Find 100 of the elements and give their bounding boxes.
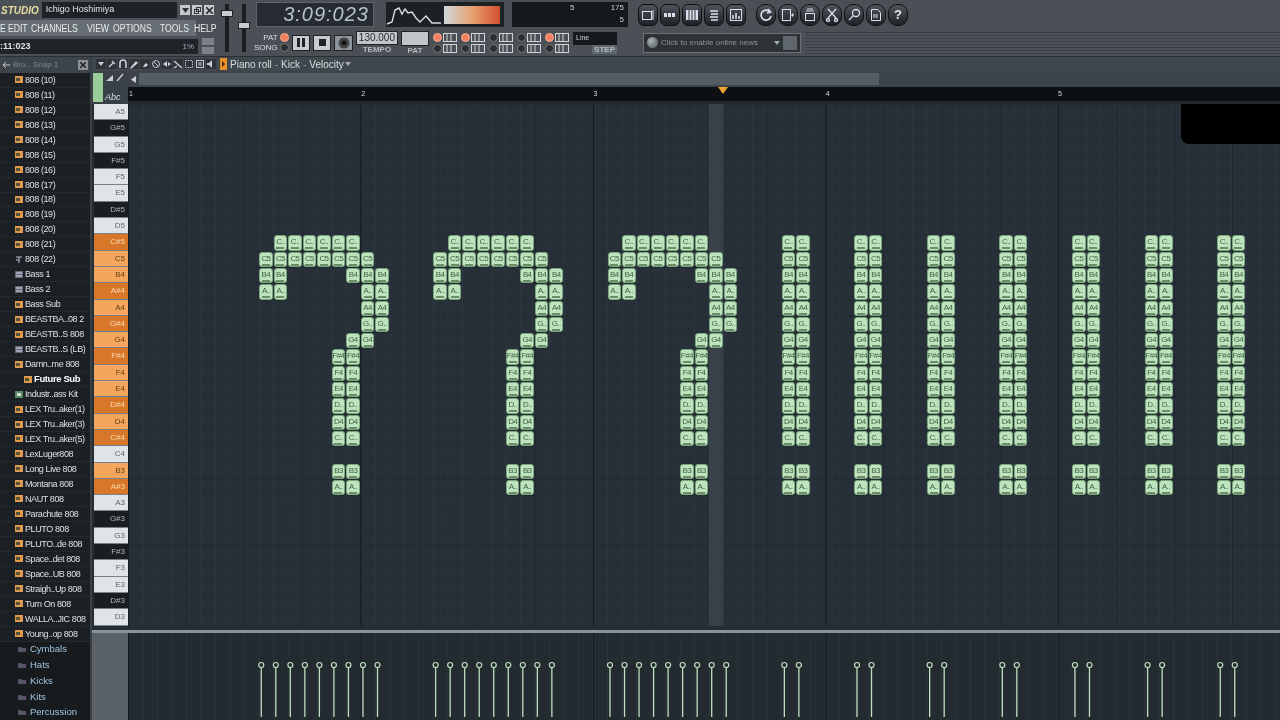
note[interactable]: C.. (505, 430, 520, 447)
toolbar-button[interactable] (682, 3, 702, 26)
browser-folder[interactable]: Hats (0, 657, 90, 674)
note[interactable]: D.. (926, 398, 941, 414)
browser-item[interactable]: Long Live 808 (0, 461, 90, 477)
note[interactable]: C.. (1217, 430, 1231, 447)
velocity-handle[interactable] (272, 661, 279, 717)
menu-arrow-icon[interactable] (220, 58, 227, 70)
option-lamp[interactable] (433, 43, 442, 53)
browser-item[interactable]: 808 (19) (0, 207, 90, 223)
toolbar-button[interactable] (638, 3, 658, 26)
note[interactable]: A.. (941, 479, 955, 496)
note[interactable]: E4 (505, 382, 520, 398)
option-lamp[interactable] (517, 43, 526, 53)
note[interactable]: F#4 (868, 349, 883, 365)
note[interactable]: G.. (549, 316, 563, 333)
note[interactable]: A.. (1086, 479, 1101, 496)
note[interactable]: B3 (505, 463, 520, 479)
note[interactable]: F#4 (346, 349, 360, 365)
velocity-handle[interactable] (723, 661, 730, 717)
note[interactable]: B3 (520, 463, 534, 479)
piano-key[interactable]: F3 (94, 560, 128, 577)
browser-item[interactable]: Space..det 808 (0, 551, 90, 567)
note[interactable]: F4 (926, 365, 941, 382)
tool-icon[interactable] (140, 59, 150, 69)
velocity-handle[interactable] (316, 661, 323, 717)
note[interactable]: C5 (462, 251, 476, 267)
color-swatch[interactable] (93, 73, 103, 102)
note[interactable]: A4 (534, 300, 549, 316)
note[interactable]: A.. (709, 284, 723, 300)
note[interactable]: F#4 (926, 349, 941, 365)
note[interactable]: C.. (1231, 235, 1246, 251)
tool-icon[interactable] (184, 59, 194, 69)
note[interactable]: B4 (360, 267, 375, 284)
velocity-handle[interactable] (432, 661, 439, 717)
note[interactable]: C.. (1013, 430, 1028, 447)
browser-item[interactable]: 808 (10) (0, 72, 90, 88)
note[interactable]: A.. (1159, 284, 1173, 300)
note[interactable]: C.. (346, 235, 360, 251)
close-button[interactable] (204, 5, 214, 15)
piano-roll-title[interactable]: Piano roll (230, 58, 272, 70)
note[interactable]: G4 (1086, 333, 1101, 349)
note[interactable]: E4 (781, 382, 796, 398)
note[interactable]: C5 (1072, 251, 1086, 267)
note[interactable]: A.. (999, 284, 1013, 300)
note[interactable]: F4 (1159, 365, 1173, 382)
note[interactable]: G4 (1159, 333, 1173, 349)
note[interactable]: C5 (520, 251, 534, 267)
note[interactable]: C5 (607, 251, 622, 267)
note[interactable]: F#4 (520, 349, 534, 365)
browser-item[interactable]: LEX Tru..aker(3) (0, 417, 90, 432)
velocity-handle[interactable] (258, 661, 265, 717)
note[interactable]: C.. (302, 235, 317, 251)
toolbar-button[interactable] (778, 3, 798, 26)
piano-key[interactable]: F#3 (94, 544, 128, 561)
browser-item[interactable]: Future Sub (0, 372, 90, 388)
note[interactable]: B4 (1217, 267, 1231, 284)
option-lamp[interactable] (545, 32, 554, 42)
menu-item[interactable]: HELP (194, 22, 217, 34)
note[interactable]: B4 (723, 267, 738, 284)
note[interactable]: G.. (1072, 316, 1086, 333)
note[interactable]: F#4 (1159, 349, 1173, 365)
news-field[interactable]: Click to enable online news (643, 32, 801, 53)
note[interactable]: A.. (331, 479, 346, 496)
note[interactable]: C.. (1144, 235, 1159, 251)
note[interactable]: A.. (999, 479, 1013, 496)
note[interactable]: A.. (781, 284, 796, 300)
browser-item[interactable]: 808 (15) (0, 147, 90, 163)
mode-lamp[interactable] (279, 43, 289, 52)
pencil-icon[interactable] (116, 73, 125, 82)
note[interactable]: G4 (1217, 333, 1231, 349)
note[interactable]: G4 (941, 333, 955, 349)
note[interactable]: A.. (259, 284, 273, 300)
note[interactable]: D4 (1144, 414, 1159, 430)
note[interactable]: F#4 (680, 349, 694, 365)
velocity-handle[interactable] (1013, 661, 1020, 717)
menu-item[interactable]: EDIT (7, 22, 28, 34)
velocity-handle[interactable] (694, 661, 701, 717)
note[interactable]: C5 (317, 251, 331, 267)
note[interactable]: D4 (331, 414, 346, 430)
note[interactable]: C.. (926, 235, 941, 251)
tempo-display[interactable]: 130.000 (355, 31, 398, 45)
note[interactable]: A4 (796, 300, 810, 316)
note[interactable]: D4 (868, 414, 883, 430)
note[interactable]: F4 (680, 365, 694, 382)
note[interactable]: C5 (1159, 251, 1173, 267)
note[interactable]: B4 (1013, 267, 1028, 284)
velocity-handle[interactable] (301, 661, 308, 717)
browser-item[interactable]: Straigh..Up 808 (0, 581, 90, 597)
velocity-handle[interactable] (708, 661, 715, 717)
piano-key[interactable]: F5 (94, 169, 128, 186)
note[interactable]: D4 (1086, 414, 1101, 430)
note[interactable]: A.. (1159, 479, 1173, 496)
browser-item[interactable]: Space..UB 808 (0, 566, 90, 582)
note[interactable]: A.. (607, 284, 622, 300)
note[interactable]: C.. (1217, 235, 1231, 251)
note[interactable]: C.. (317, 235, 331, 251)
option-lamp[interactable] (461, 43, 470, 53)
note[interactable]: C5 (694, 251, 709, 267)
tool-icon[interactable] (151, 59, 161, 69)
